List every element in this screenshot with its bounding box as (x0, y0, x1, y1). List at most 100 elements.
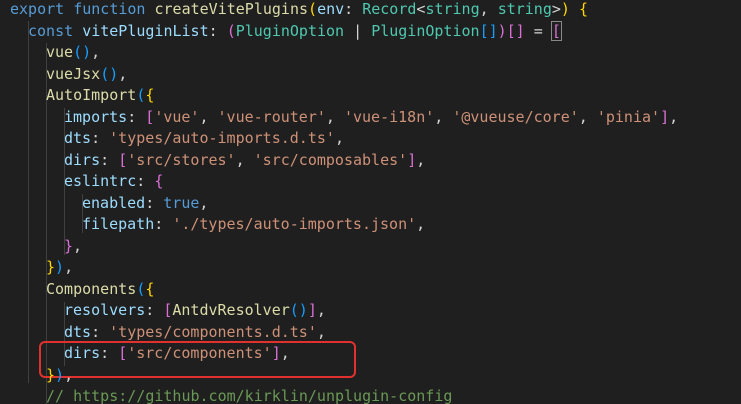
code-token: true (163, 193, 200, 212)
code-token: , (578, 107, 597, 126)
code-token: , (199, 107, 218, 126)
code-token: dts (64, 322, 92, 341)
code-token: dirs (64, 344, 101, 362)
code-token: { (145, 279, 155, 298)
code-token: , (235, 150, 254, 169)
code-token: 'src/components' (127, 344, 272, 362)
code-token: , (91, 43, 101, 61)
code-line: dirs: ['src/components'], (64, 343, 290, 365)
code-token: [ (118, 150, 128, 169)
code-token: createVitePlugins (154, 0, 309, 18)
code-line: filepath: './types/auto-imports.json', (82, 214, 425, 236)
code-line: vue(), (46, 42, 100, 64)
code-token: imports (64, 107, 128, 126)
code-token: PluginOption (371, 21, 480, 40)
code-token: '@vueuse/core' (452, 107, 579, 126)
code-token: = (524, 21, 552, 40)
code-token: : (145, 193, 164, 212)
code-line: AutoImport({ (46, 85, 154, 107)
code-token: , (316, 322, 326, 341)
code-token: ] (660, 107, 670, 126)
code-line: dts: 'types/components.d.ts', (64, 322, 326, 344)
code-line: }), (46, 257, 73, 279)
code-token: vueJsx (46, 64, 101, 83)
code-token: string (425, 0, 480, 18)
code-token: 'src/composables' (253, 150, 408, 169)
code-token: ] (271, 344, 281, 362)
code-token: 'vue-i18n' (343, 107, 435, 126)
code-token: ] (407, 150, 417, 169)
code-line: enabled: true, (82, 193, 208, 215)
code-line: const vitePluginList: (PluginOption | Pl… (28, 20, 562, 43)
code-token: : (100, 344, 119, 362)
code-token: , (64, 258, 74, 276)
code-token: [ (550, 20, 562, 41)
code-token: [] (506, 21, 525, 40)
code-token: ] (307, 301, 317, 319)
code-token: () (73, 43, 92, 61)
code-line: // https://github.com/kirklin/unplugin-c… (46, 386, 452, 404)
code-token: } (64, 236, 74, 255)
code-token: { (154, 172, 164, 190)
code-token: { (578, 0, 588, 18)
code-token: , (325, 107, 344, 126)
code-token: : (91, 129, 110, 147)
code-token: 'pinia' (596, 107, 661, 126)
code-token: [] (479, 21, 498, 40)
code-token: env (317, 0, 345, 18)
code-token: : (145, 301, 164, 319)
code-token: , (118, 64, 128, 83)
code-token: filepath (82, 215, 155, 233)
code-token: ( (308, 0, 318, 18)
code-editor[interactable]: export function createVitePlugins(env: R… (0, 0, 741, 404)
code-token: ( (226, 21, 236, 40)
code-token: 'vue-router' (217, 107, 326, 126)
code-line: eslintrc: { (64, 171, 163, 193)
code-token: export (10, 0, 65, 18)
code-token: : (91, 322, 110, 341)
code-token: dts (64, 129, 92, 147)
code-line: dts: 'types/auto-imports.d.ts', (64, 128, 344, 150)
code-token: : (208, 21, 227, 40)
code-line: dirs: ['src/stores', 'src/composables'], (64, 150, 425, 172)
code-token: > (551, 0, 561, 18)
code-token: resolvers (64, 301, 146, 319)
code-token: ) (55, 365, 65, 384)
code-token: AutoImport (46, 86, 137, 104)
code-token: AntdvResolver (172, 301, 290, 319)
code-token: ) (497, 21, 507, 40)
code-token: 'vue' (154, 107, 200, 126)
code-token: PluginOption (235, 21, 345, 40)
code-token: ( (136, 86, 146, 104)
code-line: resolvers: [AntdvResolver()], (64, 300, 326, 322)
code-token: , (416, 150, 426, 169)
code-token: ( (136, 279, 146, 298)
code-token: , (73, 236, 83, 255)
code-token: // https://github.com/kirklin/unplugin-c… (46, 387, 453, 404)
code-token: vue (46, 43, 74, 61)
code-token: , (669, 107, 679, 126)
code-token: : (154, 215, 173, 233)
code-token: Components (46, 279, 137, 298)
code-token: string (497, 0, 552, 18)
code-token: : (100, 150, 119, 169)
code-token: () (289, 301, 308, 319)
code-token: , (64, 365, 74, 384)
code-token: 'types/auto-imports.d.ts' (109, 129, 335, 147)
code-token: } (46, 258, 56, 276)
code-token: ) (55, 258, 65, 276)
code-line: }), (46, 365, 73, 387)
code-token: } (46, 365, 56, 384)
code-token: () (100, 64, 119, 83)
code-token: 'src/stores' (127, 150, 236, 169)
code-token: enabled (82, 193, 146, 212)
code-token: 'types/components.d.ts' (109, 322, 317, 341)
code-token: : (136, 172, 155, 190)
code-token: , (334, 129, 344, 147)
code-token: , (416, 215, 426, 233)
code-token: Record (362, 0, 417, 18)
code-line: export function createVitePlugins(env: R… (10, 0, 588, 21)
code-token: eslintrc (64, 172, 137, 190)
